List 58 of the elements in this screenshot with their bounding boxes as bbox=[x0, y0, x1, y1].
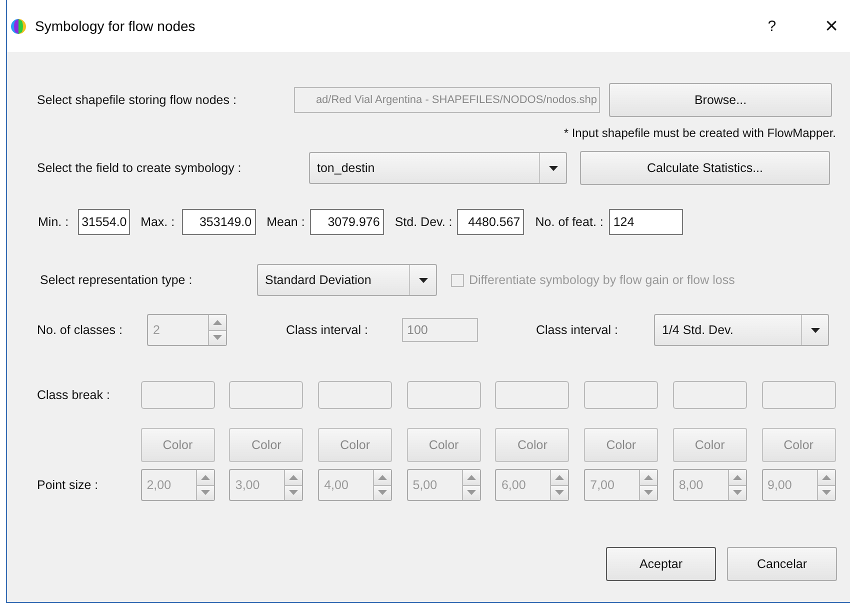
up-arrow-icon bbox=[555, 474, 564, 480]
dropdown-arrow-icon bbox=[418, 278, 428, 282]
class-interval-dropdown[interactable]: 1/4 Std. Dev. bbox=[654, 314, 829, 346]
text-field[interactable] bbox=[762, 381, 836, 409]
field-label: Max. : bbox=[140, 215, 175, 229]
text-field[interactable]: 353149.0 bbox=[182, 209, 256, 235]
text-field[interactable] bbox=[672, 381, 747, 409]
field-label: Select representation type : bbox=[40, 273, 194, 287]
text-field[interactable] bbox=[406, 381, 481, 409]
text-field[interactable]: 3079.976 bbox=[310, 209, 384, 235]
text-field[interactable] bbox=[229, 381, 304, 409]
close-button[interactable]: × bbox=[825, 15, 838, 37]
down-arrow-icon bbox=[466, 490, 476, 496]
down-arrow-icon bbox=[289, 490, 298, 496]
text-field[interactable]: 4480.567 bbox=[457, 209, 524, 235]
text-field[interactable] bbox=[318, 381, 392, 409]
dropdown-arrow-icon bbox=[810, 328, 820, 332]
help-button[interactable]: ? bbox=[768, 18, 776, 34]
down-arrow-icon bbox=[378, 490, 388, 496]
text-field[interactable] bbox=[140, 381, 215, 409]
down-arrow-icon bbox=[822, 490, 830, 496]
calculate-statistics-button[interactable]: Calculate Statistics... bbox=[580, 151, 830, 185]
field-label: Class interval : bbox=[536, 323, 619, 337]
up-arrow-icon bbox=[732, 474, 742, 480]
text-field[interactable]: 31554.0 bbox=[78, 209, 130, 235]
text-field[interactable] bbox=[584, 381, 658, 409]
up-arrow-icon bbox=[822, 474, 830, 480]
note-text: * Input shapefile must be created with FlowMapper. bbox=[564, 126, 836, 140]
field-label: Select the field to create symbology : bbox=[37, 161, 242, 175]
field-label: Select shapefile storing flow nodes : bbox=[37, 93, 238, 107]
ok-button[interactable]: Aceptar bbox=[606, 547, 716, 581]
field-label: Class break : bbox=[37, 388, 111, 402]
field-dropdown[interactable]: ton_destin bbox=[309, 152, 567, 184]
dropdown-arrow-icon bbox=[548, 166, 558, 170]
field-label: Min. : bbox=[38, 215, 69, 229]
up-arrow-icon bbox=[213, 320, 222, 325]
window-title: Symbology for flow nodes bbox=[35, 18, 196, 34]
field-label: Mean : bbox=[266, 215, 305, 229]
down-arrow-icon bbox=[555, 490, 564, 496]
field-label: Class interval : bbox=[286, 323, 369, 337]
up-arrow-icon bbox=[466, 474, 476, 480]
field-label: Point size : bbox=[37, 478, 100, 492]
app-icon bbox=[11, 18, 26, 34]
representation-dropdown[interactable]: Standard Deviation bbox=[257, 264, 437, 296]
down-arrow-icon bbox=[732, 490, 742, 496]
cancel-button[interactable]: Cancelar bbox=[727, 547, 837, 581]
down-arrow-icon bbox=[213, 335, 222, 340]
up-arrow-icon bbox=[200, 474, 210, 480]
field-label: No. of feat. : bbox=[535, 215, 604, 229]
text-field[interactable]: 124 bbox=[609, 209, 684, 235]
down-arrow-icon bbox=[200, 490, 210, 496]
text-field[interactable] bbox=[495, 381, 570, 409]
field-label: No. of classes : bbox=[37, 323, 124, 337]
down-arrow-icon bbox=[644, 490, 654, 496]
up-arrow-icon bbox=[378, 474, 388, 480]
field-label: Std. Dev. : bbox=[394, 215, 452, 229]
up-arrow-icon bbox=[289, 474, 298, 480]
up-arrow-icon bbox=[644, 474, 654, 480]
